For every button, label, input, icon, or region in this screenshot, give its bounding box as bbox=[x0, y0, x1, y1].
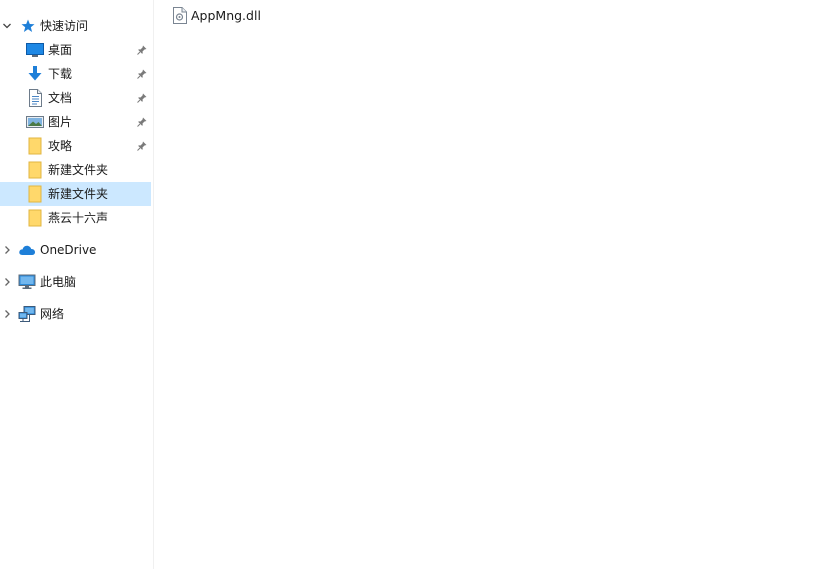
pin-icon[interactable] bbox=[136, 140, 148, 152]
nav-item-label: 新建文件夹 bbox=[48, 187, 109, 201]
chevron-down-icon[interactable] bbox=[2, 20, 12, 32]
nav-item-folder-gonglue[interactable]: 攻略 bbox=[0, 134, 151, 158]
star-icon bbox=[19, 17, 37, 35]
nav-item-pictures[interactable]: 图片 bbox=[0, 110, 151, 134]
onedrive-icon bbox=[18, 241, 36, 259]
pin-icon[interactable] bbox=[136, 92, 148, 104]
file-item-appmng-dll[interactable]: AppMng.dll bbox=[172, 4, 261, 26]
chevron-right-icon[interactable] bbox=[2, 276, 12, 288]
folder-icon bbox=[26, 185, 44, 203]
nav-item-label: 图片 bbox=[48, 115, 73, 129]
computer-icon bbox=[18, 273, 36, 291]
folder-icon bbox=[26, 137, 44, 155]
nav-onedrive[interactable]: OneDrive bbox=[0, 238, 151, 262]
nav-item-new-folder-1[interactable]: 新建文件夹 bbox=[0, 158, 151, 182]
chevron-right-icon[interactable] bbox=[2, 308, 12, 320]
nav-this-pc[interactable]: 此电脑 bbox=[0, 270, 151, 294]
nav-item-label: 下载 bbox=[48, 67, 73, 81]
file-explorer-window: 快速访问 桌面 下载 文档 图片 攻略 新建文件夹 新建文件夹 燕云十六声 On… bbox=[0, 0, 829, 569]
download-icon bbox=[26, 65, 44, 83]
nav-quick-access-label: 快速访问 bbox=[40, 19, 89, 33]
nav-item-label: 文档 bbox=[48, 91, 73, 105]
network-icon bbox=[18, 305, 36, 323]
nav-item-documents[interactable]: 文档 bbox=[0, 86, 151, 110]
file-list: AppMng.dll bbox=[154, 0, 829, 569]
nav-quick-access[interactable]: 快速访问 bbox=[0, 14, 151, 38]
pictures-icon bbox=[26, 113, 44, 131]
nav-item-label: 新建文件夹 bbox=[48, 163, 109, 177]
folder-icon bbox=[26, 161, 44, 179]
chevron-right-icon[interactable] bbox=[2, 244, 12, 256]
nav-item-desktop[interactable]: 桌面 bbox=[0, 38, 151, 62]
document-icon bbox=[26, 89, 44, 107]
pin-icon[interactable] bbox=[136, 44, 148, 56]
dll-file-icon bbox=[172, 6, 188, 24]
nav-item-new-folder-2[interactable]: 新建文件夹 bbox=[0, 182, 151, 206]
nav-item-label: 燕云十六声 bbox=[48, 211, 109, 225]
pin-icon[interactable] bbox=[136, 68, 148, 80]
nav-network[interactable]: 网络 bbox=[0, 302, 151, 326]
nav-network-label: 网络 bbox=[40, 307, 65, 321]
folder-icon bbox=[26, 209, 44, 227]
nav-this-pc-label: 此电脑 bbox=[40, 275, 77, 289]
file-name: AppMng.dll bbox=[191, 7, 261, 23]
nav-item-downloads[interactable]: 下载 bbox=[0, 62, 151, 86]
pin-icon[interactable] bbox=[136, 116, 148, 128]
navigation-pane: 快速访问 桌面 下载 文档 图片 攻略 新建文件夹 新建文件夹 燕云十六声 On… bbox=[0, 0, 152, 569]
nav-onedrive-label: OneDrive bbox=[40, 243, 97, 257]
nav-item-label: 攻略 bbox=[48, 139, 73, 153]
nav-item-yanyun[interactable]: 燕云十六声 bbox=[0, 206, 151, 230]
nav-item-label: 桌面 bbox=[48, 43, 73, 57]
desktop-icon bbox=[26, 41, 44, 59]
